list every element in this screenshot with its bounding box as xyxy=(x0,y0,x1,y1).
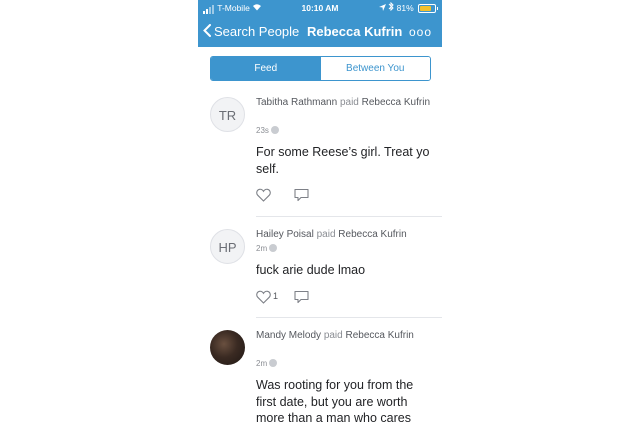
chevron-left-icon xyxy=(203,22,211,42)
tab-between-you[interactable]: Between You xyxy=(320,57,430,80)
comment-bubble-icon[interactable] xyxy=(294,290,309,309)
actor-name[interactable]: Hailey Poisal xyxy=(256,229,314,240)
bluetooth-icon xyxy=(388,1,396,13)
comment-bubble-icon[interactable] xyxy=(294,188,309,207)
story-headline: Mandy Melody paid Rebecca Kufrin xyxy=(256,329,436,343)
story-divider xyxy=(256,216,442,217)
story-note: Was rooting for you from the first date,… xyxy=(256,378,414,425)
story-time: 2m xyxy=(256,244,278,254)
heart-icon[interactable] xyxy=(256,188,271,207)
avatar[interactable]: TR xyxy=(210,97,245,132)
story-time: 2m xyxy=(256,359,278,369)
story-note: For some Reese’s girl. Treat yo self. xyxy=(256,145,430,176)
story-note: fuck arie dude lmao xyxy=(256,263,366,277)
battery-percent: 81% xyxy=(396,3,414,13)
back-label: Search People xyxy=(214,24,300,39)
story-headline: Tabitha Rathmann paid Rebecca Kufrin xyxy=(256,96,436,110)
target-name[interactable]: Rebecca Kufrin xyxy=(346,330,414,341)
avatar[interactable]: HP xyxy=(210,229,245,264)
story-verb: paid xyxy=(316,229,336,240)
target-name[interactable]: Rebecca Kufrin xyxy=(362,97,430,108)
nav-header: T-Mobile 10:10 AM 81% Search People Rebe… xyxy=(198,0,442,47)
avatar[interactable] xyxy=(210,330,245,365)
story-verb: paid xyxy=(339,97,359,108)
story-verb: paid xyxy=(323,330,343,341)
more-options-icon[interactable]: ooo xyxy=(409,25,432,39)
heart-icon[interactable] xyxy=(256,290,271,309)
globe-icon xyxy=(269,244,278,252)
page-title: Rebecca Kufrin xyxy=(307,24,403,39)
location-icon xyxy=(378,3,388,13)
feed-tabs: Feed Between You xyxy=(210,56,431,81)
globe-icon xyxy=(270,126,279,134)
story-time: 23s xyxy=(256,126,279,136)
globe-icon xyxy=(269,359,278,367)
story-divider xyxy=(256,317,442,318)
target-name[interactable]: Rebecca Kufrin xyxy=(338,229,406,240)
story-headline: Hailey Poisal paid Rebecca Kufrin xyxy=(256,228,436,242)
status-right: 81% xyxy=(378,1,438,14)
battery-icon xyxy=(418,4,438,14)
venmo-screen: T-Mobile 10:10 AM 81% Search People Rebe… xyxy=(198,0,442,432)
actor-name[interactable]: Mandy Melody xyxy=(256,330,321,341)
actor-name[interactable]: Tabitha Rathmann xyxy=(256,97,337,108)
like-count: 1 xyxy=(273,291,279,301)
back-button[interactable]: Search People xyxy=(203,22,299,42)
tab-feed[interactable]: Feed xyxy=(211,57,321,80)
